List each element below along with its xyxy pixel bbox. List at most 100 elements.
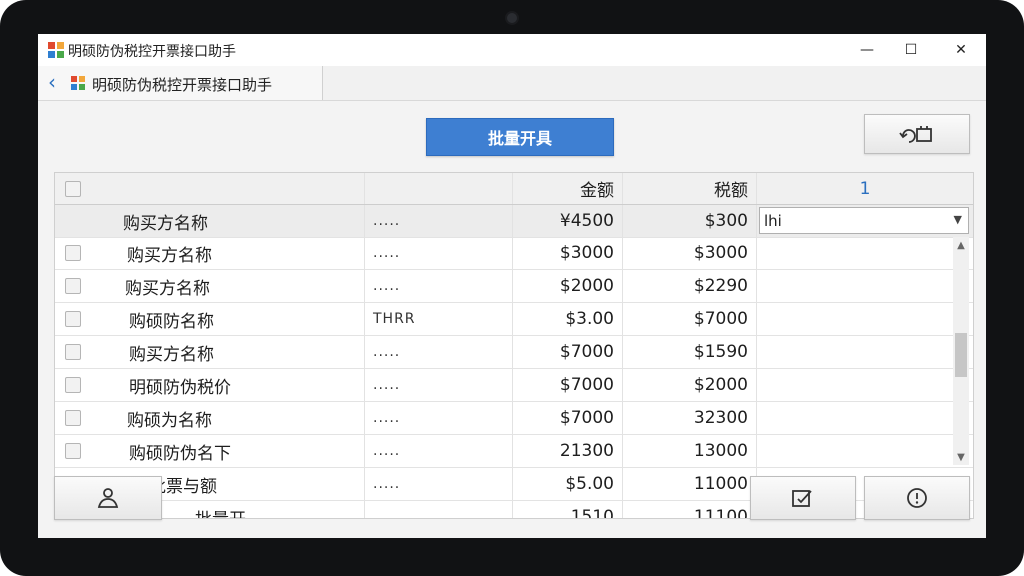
tax-cell: $2000 (623, 369, 757, 401)
amount-cell: $2000 (513, 270, 623, 302)
table-row[interactable]: 购硕防伪名下..... 21300 13000 (55, 435, 973, 468)
tax-cell: 32300 (623, 402, 757, 434)
extra-cell (757, 402, 973, 434)
header-tax: 税额 (623, 173, 757, 204)
row-combo-select[interactable]: lhi ▼ (759, 207, 969, 234)
buyer-name-cell: 购硕为名称 (55, 402, 365, 434)
close-icon: ✕ (955, 42, 967, 58)
buyer-name-cell: 明硕防伪税价 (55, 369, 365, 401)
table-row[interactable]: 购买方名称..... $3000 $3000 (55, 237, 973, 270)
row-checkbox[interactable] (65, 443, 81, 459)
tax-cell: 13000 (623, 435, 757, 467)
minimize-button[interactable]: — (844, 36, 890, 64)
maximize-button[interactable]: ☐ (888, 36, 934, 64)
amount-cell: $3.00 (513, 303, 623, 335)
tax-cell: $3000 (623, 237, 757, 269)
amount-cell: 1510 (513, 501, 623, 518)
detail-cell: THRR (365, 303, 513, 335)
header-amount: 金额 (513, 173, 623, 204)
buyer-name: 明硕防伪税价 (129, 377, 231, 398)
window-title: 明硕防伪税控开票接口助手 (68, 44, 236, 60)
undo-icon (899, 126, 932, 143)
detail-cell: ..... (365, 270, 513, 302)
combo-value: lhi (764, 211, 782, 230)
buyer-name-cell: 购买方名称 (55, 336, 365, 368)
tax-cell: $1590 (623, 336, 757, 368)
invoice-table: 金额 税额 1 购买方名称 ..... ¥4500 $300 lhi ▼ 购买方… (54, 172, 974, 519)
buyer-name: 购硕防伪名下 (129, 443, 231, 464)
buyer-name-cell: 购硕防伪名下 (55, 435, 365, 467)
buyer-name: 购买方名称 (127, 245, 212, 266)
amount-cell: $7000 (513, 336, 623, 368)
row-checkbox[interactable] (65, 344, 81, 360)
amount-cell: $3000 (513, 237, 623, 269)
info-circle-icon (907, 488, 927, 508)
detail-cell: ..... (365, 402, 513, 434)
scroll-thumb[interactable] (955, 333, 967, 377)
buyer-name: 购买方名称 (129, 344, 214, 365)
confirm-edit-button[interactable] (750, 476, 856, 520)
user-edit-button[interactable] (54, 476, 162, 520)
header-cell-select (55, 173, 365, 204)
buyer-name: 购硕为名称 (127, 410, 212, 431)
table-row[interactable]: 购硕为名称..... $7000 32300 (55, 402, 973, 435)
detail-cell: ..... (365, 237, 513, 269)
buyer-name: 购买方名称 (123, 213, 208, 234)
batch-issue-button[interactable]: 批量开具 (426, 118, 614, 156)
app-window: 明硕防伪税控开票接口助手 — ☐ ✕ ‹ 明硕防伪税控开票接口助手 批量开具 金… (38, 34, 986, 538)
extra-cell (757, 303, 973, 335)
person-edit-icon (97, 488, 119, 508)
scroll-down-icon[interactable]: ▼ (953, 449, 969, 465)
info-button[interactable] (864, 476, 970, 520)
table-header: 金额 税额 1 (55, 173, 973, 205)
row-checkbox[interactable] (65, 410, 81, 426)
row-checkbox[interactable] (65, 377, 81, 393)
extra-cell (757, 435, 973, 467)
extra-cell (757, 369, 973, 401)
header-col4: 1 (859, 178, 871, 199)
row-checkbox[interactable] (65, 278, 81, 294)
amount-cell: ¥4500 (513, 205, 623, 237)
tax-cell: 11100 (623, 501, 757, 518)
amount-cell: $7000 (513, 402, 623, 434)
chevron-down-icon: ▼ (953, 213, 962, 226)
buyer-name-cell: 购买方名称 (55, 270, 365, 302)
tax-cell: 11000 (623, 468, 757, 500)
row-checkbox[interactable] (65, 245, 81, 261)
table-row[interactable]: 购买方名称..... $7000 $1590 (55, 336, 973, 369)
select-all-checkbox[interactable] (65, 181, 81, 197)
tab-bar: ‹ 明硕防伪税控开票接口助手 (38, 66, 986, 101)
scroll-up-icon[interactable]: ▲ (953, 237, 969, 253)
table-row[interactable]: 明硕防伪税价..... $7000 $2000 (55, 369, 973, 402)
buyer-name-cell: 购买方名称 (55, 237, 365, 269)
table-row[interactable]: 购硕防名称 THRR $3.00 $7000 (55, 303, 973, 336)
combo-cell: lhi ▼ (757, 205, 973, 237)
tab-label: 明硕防伪税控开票接口助手 (92, 76, 273, 94)
minimize-icon: — (860, 42, 874, 58)
buyer-name-cell: 购硕防名称 (55, 303, 365, 335)
table-row[interactable]: 购买方名称 ..... ¥4500 $300 lhi ▼ (55, 205, 973, 238)
tax-cell: $7000 (623, 303, 757, 335)
tax-cell: $2290 (623, 270, 757, 302)
buyer-name: 批量开 (195, 505, 246, 519)
undo-button[interactable] (864, 114, 970, 154)
close-button[interactable]: ✕ (938, 36, 984, 64)
amount-cell: $7000 (513, 369, 623, 401)
buyer-name-cell: 购买方名称 (55, 205, 365, 237)
extra-cell (757, 270, 973, 302)
buyer-name: 购硕防名称 (129, 311, 214, 332)
title-bar: 明硕防伪税控开票接口助手 — ☐ ✕ (38, 34, 986, 66)
detail-cell: ..... (365, 435, 513, 467)
table-row[interactable]: 购买方名称..... $2000 $2290 (55, 270, 973, 303)
amount-cell: 21300 (513, 435, 623, 467)
header-cell-detail (365, 173, 513, 204)
tab-logo-icon (71, 76, 85, 90)
detail-cell: ..... (365, 336, 513, 368)
vertical-scrollbar[interactable]: ▲ ▼ (953, 237, 969, 465)
amount-cell: $5.00 (513, 468, 623, 500)
detail-cell: ..... (365, 468, 513, 500)
extra-cell (757, 237, 973, 269)
back-icon[interactable]: ‹ (48, 72, 56, 92)
row-checkbox[interactable] (65, 311, 81, 327)
tab-main[interactable]: ‹ 明硕防伪税控开票接口助手 (38, 66, 323, 100)
